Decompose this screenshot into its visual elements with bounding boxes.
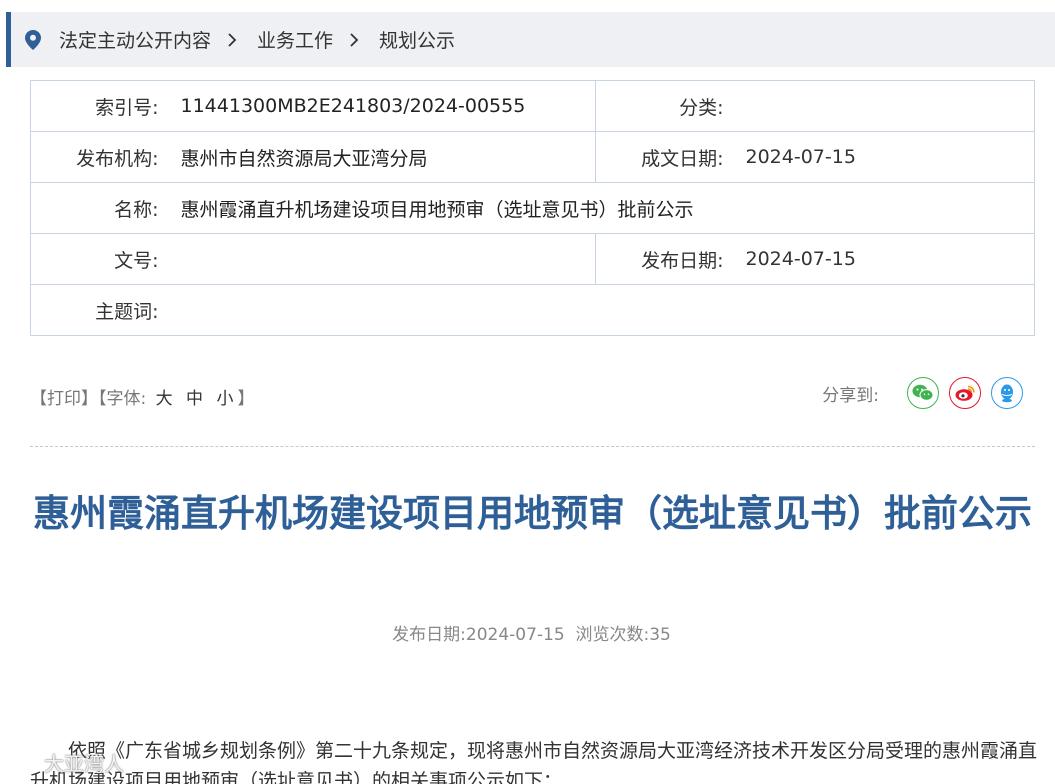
- weibo-icon[interactable]: [949, 377, 981, 409]
- meta-row: 发布机构: 惠州市自然资源局大亚湾分局 成文日期: 2024-07-15: [30, 131, 1035, 183]
- chevron-right-icon: [228, 32, 237, 47]
- article-tools: 【打印】【字体: 大 中 小】: [30, 384, 254, 409]
- written-date-label: 成文日期:: [595, 131, 746, 183]
- qq-icon[interactable]: [991, 377, 1023, 409]
- written-date-value: 2024-07-15: [745, 131, 1035, 183]
- chevron-right-icon: [350, 32, 359, 47]
- meta-row: 主题词:: [30, 284, 1035, 336]
- breadcrumb-item-planning[interactable]: 规划公示: [379, 26, 455, 53]
- publisher-label: 发布机构:: [30, 131, 181, 183]
- font-size-suffix: 】: [237, 389, 255, 409]
- font-size-small-button[interactable]: 小: [216, 389, 233, 409]
- watermark-text: 大亚湾人: [44, 752, 124, 776]
- category-value: [745, 80, 1035, 132]
- publish-date-value: 2024-07-15: [745, 233, 1035, 285]
- meta-row: 名称: 惠州霞涌直升机场建设项目用地预审（选址意见书）批前公示: [30, 182, 1035, 234]
- index-value: 11441300MB2E241803/2024-00555: [180, 80, 596, 132]
- page-root: 法定主动公开内容 业务工作 规划公示 索引号: 11441300MB2E2418…: [0, 0, 1055, 784]
- name-label: 名称:: [30, 182, 181, 234]
- breadcrumb-item-public-content[interactable]: 法定主动公开内容: [59, 26, 211, 53]
- article-body-paragraph: 依照《广东省城乡规划条例》第二十九条规定，现将惠州市自然资源局大亚湾经济技术开发…: [30, 740, 1038, 784]
- dashed-divider: [30, 446, 1035, 447]
- font-size-large-button[interactable]: 大: [156, 389, 173, 409]
- views-count: 35: [649, 625, 671, 645]
- article-publish-info: 发布日期:2024-07-15 浏览次数:35: [0, 620, 1055, 645]
- watermark-logo-icon: [10, 755, 41, 771]
- breadcrumb-item-business[interactable]: 业务工作: [257, 26, 333, 53]
- wechat-icon[interactable]: [907, 377, 939, 409]
- meta-row: 索引号: 11441300MB2E241803/2024-00555 分类:: [30, 80, 1035, 132]
- document-meta-table: 索引号: 11441300MB2E241803/2024-00555 分类: 发…: [30, 80, 1035, 336]
- publish-date-label: 发布日期:: [595, 233, 746, 285]
- font-size-medium-button[interactable]: 中: [186, 389, 203, 409]
- doc-no-value: [180, 233, 596, 285]
- publish-date-label: 发布日期:: [392, 625, 466, 645]
- breadcrumb: 法定主动公开内容 业务工作 规划公示: [6, 12, 1055, 67]
- publisher-value: 惠州市自然资源局大亚湾分局: [180, 131, 596, 183]
- publish-date-value: 2024-07-15: [465, 625, 565, 645]
- location-pin-icon: [25, 29, 41, 50]
- print-button[interactable]: 【打印】: [30, 389, 98, 409]
- meta-row: 文号: 发布日期: 2024-07-15: [30, 233, 1035, 285]
- article-title: 惠州霞涌直升机场建设项目用地预审（选址意见书）批前公示: [33, 492, 1032, 535]
- doc-no-label: 文号:: [30, 233, 181, 285]
- font-size-prefix: 【字体:: [98, 389, 147, 409]
- name-value: 惠州霞涌直升机场建设项目用地预审（选址意见书）批前公示: [180, 182, 1035, 234]
- category-label: 分类:: [595, 80, 746, 132]
- keywords-value: [180, 284, 1035, 336]
- index-label: 索引号:: [30, 80, 181, 132]
- watermark: 大亚湾人: [8, 748, 124, 777]
- views-label: 浏览次数:: [575, 625, 650, 645]
- keywords-label: 主题词:: [30, 284, 181, 336]
- share-label: 分享到:: [822, 385, 879, 406]
- share-bar: 分享到:: [822, 377, 1023, 409]
